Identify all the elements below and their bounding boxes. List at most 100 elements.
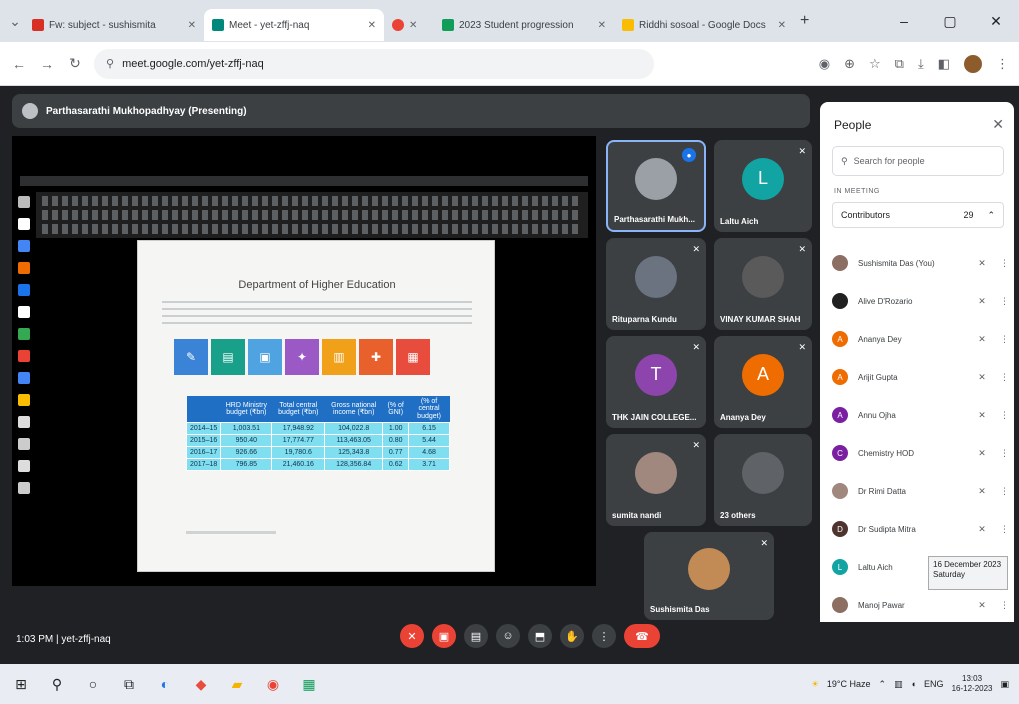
- weather-text[interactable]: 19°C Haze: [827, 679, 871, 689]
- notifications-icon[interactable]: ▣: [1000, 679, 1009, 690]
- tab-close-icon[interactable]: ✕: [188, 20, 196, 31]
- more-options-button[interactable]: ⋮: [592, 624, 616, 648]
- list-item[interactable]: Alive D'Rozario ✕ ⋮: [832, 282, 1009, 320]
- network-icon[interactable]: ▥: [894, 679, 903, 690]
- windows-start-icon[interactable]: ⊞: [12, 676, 30, 693]
- tab-close-icon[interactable]: ✕: [409, 20, 417, 31]
- people-search-input[interactable]: ⚲ Search for people: [832, 146, 1004, 176]
- more-options-icon[interactable]: ⋮: [1000, 258, 1009, 269]
- site-info-icon[interactable]: ⚲: [106, 57, 114, 70]
- zoom-icon[interactable]: ⊕: [844, 56, 855, 72]
- minimize-icon[interactable]: –: [881, 13, 927, 29]
- reload-icon[interactable]: ↻: [66, 55, 84, 72]
- tab-close-icon[interactable]: ✕: [368, 20, 376, 31]
- download-icon[interactable]: ⤓: [918, 56, 924, 72]
- tab-close-icon[interactable]: ✕: [598, 20, 606, 31]
- browser-tab-1[interactable]: Fw: subject - sushismita ✕: [24, 9, 204, 41]
- list-item[interactable]: A Arijit Gupta ✕ ⋮: [832, 358, 1009, 396]
- task-view-icon[interactable]: ⧉: [120, 676, 138, 693]
- list-item[interactable]: Dr Rimi Datta ✕ ⋮: [832, 472, 1009, 510]
- more-options-icon[interactable]: ⋮: [1000, 372, 1009, 383]
- raise-hand-button[interactable]: ✋: [560, 624, 584, 648]
- participant-tile[interactable]: ✕ Rituparna Kundu: [606, 238, 706, 330]
- chevron-up-icon[interactable]: ⌃: [879, 679, 887, 690]
- present-button[interactable]: ⬒: [528, 624, 552, 648]
- captions-button[interactable]: ▤: [464, 624, 488, 648]
- extensions-icon[interactable]: ⧉: [895, 56, 904, 72]
- menu-icon[interactable]: ⋮: [996, 56, 1009, 72]
- more-options-icon[interactable]: ⋮: [1000, 524, 1009, 535]
- participant-tile[interactable]: L ✕ Laltu Aich: [714, 140, 812, 232]
- mic-toggle-button[interactable]: ✕: [400, 624, 424, 648]
- maximize-icon[interactable]: ▢: [927, 13, 973, 30]
- shared-screen[interactable]: Department of Higher Education ✎ ▤ ▣ ✦ ▥…: [12, 136, 596, 586]
- mic-off-icon[interactable]: ✕: [974, 258, 990, 269]
- browser-tab-2[interactable]: Meet - yet-zffj-naq ✕: [204, 9, 384, 41]
- excel-icon[interactable]: ▦: [300, 676, 318, 693]
- slide-tile: ✦: [285, 339, 319, 375]
- more-options-icon[interactable]: ⋮: [1000, 600, 1009, 611]
- clock[interactable]: 13:03 16-12-2023: [952, 674, 993, 693]
- participant-name: Sushismita Das: [650, 605, 710, 614]
- participant-tile[interactable]: ● Parthasarathi Mukh...: [606, 140, 706, 232]
- browser-tab-3[interactable]: ✕: [384, 9, 434, 41]
- volume-icon[interactable]: ◖: [911, 679, 916, 689]
- store-icon[interactable]: ◆: [192, 676, 210, 693]
- mic-off-icon[interactable]: ✕: [974, 486, 990, 497]
- file-explorer-icon[interactable]: ▰: [228, 676, 246, 693]
- contributors-group[interactable]: Contributors 29 ⌃: [832, 202, 1004, 228]
- mic-off-icon[interactable]: ✕: [974, 448, 990, 459]
- more-options-icon[interactable]: ⋮: [1000, 334, 1009, 345]
- list-item[interactable]: A Ananya Dey ✕ ⋮: [832, 320, 1009, 358]
- url-field[interactable]: ⚲ meet.google.com/yet-zffj-naq: [94, 48, 654, 79]
- participant-tile[interactable]: A ✕ Ananya Dey: [714, 336, 812, 428]
- bookmark-star-icon[interactable]: ☆: [869, 56, 881, 72]
- camera-indicator-icon[interactable]: ◉: [819, 56, 830, 72]
- mic-off-icon[interactable]: ✕: [974, 524, 990, 535]
- participant-tile[interactable]: 23 others: [714, 434, 812, 526]
- participant-tile[interactable]: ✕ Sushismita Das: [644, 532, 774, 620]
- participant-avatar: L: [742, 157, 784, 200]
- more-options-icon[interactable]: ⋮: [1000, 296, 1009, 307]
- browser-tab-5[interactable]: Riddhi sosoal - Google Docs ✕: [614, 9, 794, 41]
- side-panel-icon[interactable]: ◧: [938, 56, 950, 72]
- list-item[interactable]: A Annu Ojha ✕ ⋮: [832, 396, 1009, 434]
- participant-tile[interactable]: ✕ VINAY KUMAR SHAH: [714, 238, 812, 330]
- browser-tab-4[interactable]: 2023 Student progression ✕: [434, 9, 614, 41]
- chevron-up-icon[interactable]: ⌃: [987, 210, 995, 221]
- participant-tile[interactable]: ✕ sumita nandi: [606, 434, 706, 526]
- forward-icon[interactable]: →: [38, 56, 56, 72]
- camera-toggle-button[interactable]: ▣: [432, 624, 456, 648]
- chrome-icon[interactable]: ◉: [264, 676, 282, 693]
- mic-off-icon[interactable]: ✕: [974, 372, 990, 383]
- emoji-button[interactable]: ☺: [496, 624, 520, 648]
- list-item[interactable]: Sushismita Das (You) ✕ ⋮: [832, 244, 1009, 282]
- tab-search-icon[interactable]: ⌄: [6, 13, 24, 30]
- profile-avatar[interactable]: [964, 54, 982, 73]
- cortana-icon[interactable]: ○: [84, 676, 102, 692]
- table-cell: 128,356.84: [324, 458, 384, 472]
- participant-tile[interactable]: T ✕ THK JAIN COLLEGE...: [606, 336, 706, 428]
- more-options-icon[interactable]: ⋮: [1000, 410, 1009, 421]
- more-options-icon[interactable]: ⋮: [1000, 486, 1009, 497]
- list-item[interactable]: C Chemistry HOD ✕ ⋮: [832, 434, 1009, 472]
- leave-call-button[interactable]: ☎: [624, 624, 660, 648]
- section-label: IN MEETING: [834, 188, 880, 195]
- close-panel-icon[interactable]: ✕: [992, 116, 1004, 133]
- more-options-icon[interactable]: ⋮: [1000, 448, 1009, 459]
- mic-off-icon[interactable]: ✕: [974, 334, 990, 345]
- weather-icon[interactable]: ☀: [811, 679, 819, 690]
- table-cell: 17,948.92: [271, 422, 326, 436]
- list-item[interactable]: D Dr Sudipta Mitra ✕ ⋮: [832, 510, 1009, 548]
- tab-close-icon[interactable]: ✕: [778, 20, 786, 31]
- new-tab-icon[interactable]: +: [800, 12, 809, 30]
- mic-off-icon[interactable]: ✕: [974, 410, 990, 421]
- back-icon[interactable]: ←: [10, 56, 28, 72]
- language-indicator[interactable]: ENG: [924, 679, 944, 689]
- close-window-icon[interactable]: ✕: [973, 13, 1019, 30]
- mic-off-icon[interactable]: ✕: [974, 600, 990, 611]
- meet-icon: [212, 19, 224, 31]
- mic-off-icon[interactable]: ✕: [974, 296, 990, 307]
- search-icon[interactable]: ⚲: [48, 676, 66, 693]
- edge-icon[interactable]: ◐: [156, 676, 174, 692]
